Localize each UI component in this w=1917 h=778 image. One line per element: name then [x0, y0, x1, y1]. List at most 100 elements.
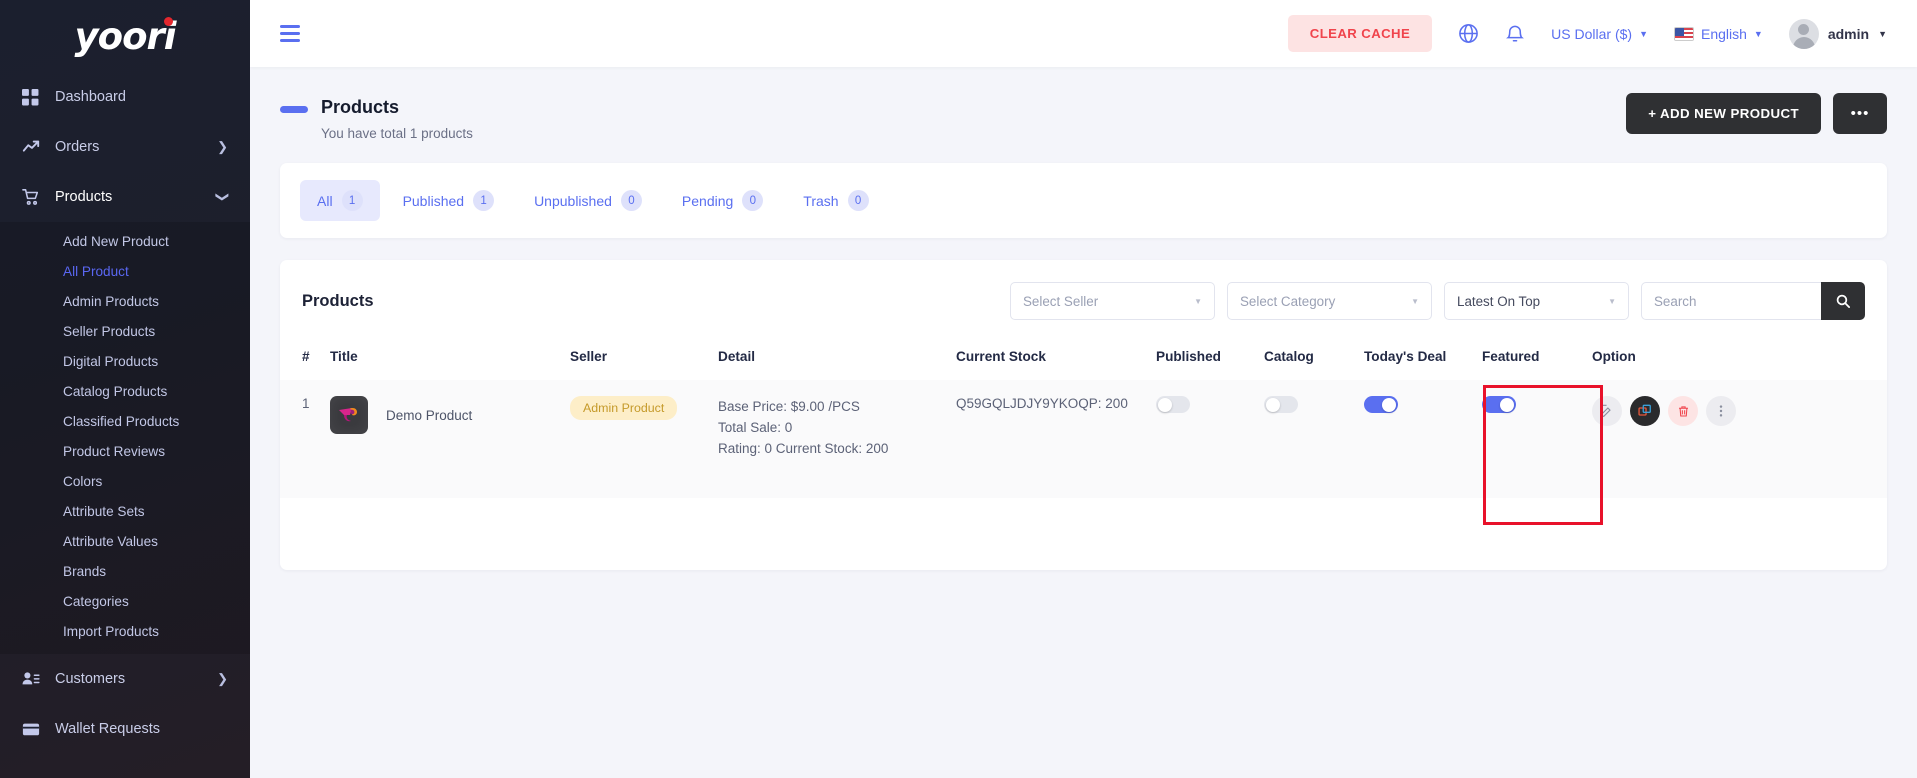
more-actions-button[interactable]	[1706, 396, 1736, 426]
tab-all[interactable]: All 1	[300, 180, 380, 221]
cell-featured	[1474, 380, 1584, 498]
submenu-item-digital-products[interactable]: Digital Products	[0, 346, 250, 376]
grid-icon	[22, 88, 48, 106]
notification-bell-icon[interactable]	[1505, 23, 1525, 44]
tab-label: Pending	[681, 192, 734, 209]
tab-label: Published	[402, 192, 465, 209]
catalog-toggle[interactable]	[1264, 396, 1298, 413]
category-select-value: Select Category	[1240, 293, 1336, 309]
sidebar-item-orders[interactable]: Orders ❯	[0, 122, 250, 172]
tab-unpublished[interactable]: Unpublished 0	[517, 180, 659, 221]
th-title: Title	[330, 349, 358, 364]
chevron-right-icon: ❯	[217, 671, 228, 686]
brand-name: yoori	[74, 14, 177, 58]
chevron-down-icon: ▼	[1194, 296, 1202, 306]
submenu-item-colors[interactable]: Colors	[0, 466, 250, 496]
seller-select-value: Select Seller	[1023, 293, 1099, 309]
detail-rating-stock: Rating: 0 Current Stock: 200	[718, 441, 889, 456]
language-selector[interactable]: English ▼	[1674, 26, 1763, 42]
us-flag-icon	[1674, 26, 1694, 41]
account-menu[interactable]: admin ▼	[1788, 18, 1887, 49]
tab-label: Trash	[803, 192, 839, 209]
trending-up-icon	[22, 138, 48, 156]
chevron-down-icon: ▼	[1753, 28, 1763, 39]
delete-button[interactable]	[1668, 396, 1698, 426]
submenu-item-attribute-values[interactable]: Attribute Values	[0, 526, 250, 556]
cell-option	[1584, 380, 1887, 498]
category-select[interactable]: Select Category ▼	[1227, 282, 1432, 320]
brand-logo[interactable]: yoori	[0, 0, 250, 72]
published-toggle[interactable]	[1156, 396, 1190, 413]
sort-select[interactable]: Latest On Top ▼	[1444, 282, 1629, 320]
submenu-item-categories[interactable]: Categories	[0, 586, 250, 616]
search-button[interactable]	[1821, 282, 1865, 320]
sidebar-item-customers[interactable]: Customers ❯	[0, 654, 250, 704]
seller-select[interactable]: Select Seller ▼	[1010, 282, 1215, 320]
globe-icon[interactable]	[1458, 23, 1479, 44]
users-icon	[22, 670, 48, 688]
more-options-button[interactable]: •••	[1833, 93, 1887, 134]
currency-selector[interactable]: US Dollar ($) ▼	[1551, 26, 1648, 42]
product-title[interactable]: Demo Product	[386, 408, 472, 423]
th-todays-deal: Today's Deal	[1364, 349, 1447, 364]
th-option: Option	[1592, 349, 1636, 364]
tab-count-badge: 0	[742, 190, 764, 211]
submenu-item-admin-products[interactable]: Admin Products	[0, 286, 250, 316]
submenu-item-seller-products[interactable]: Seller Products	[0, 316, 250, 346]
duplicate-button[interactable]	[1630, 396, 1660, 426]
products-table: # Title Seller Detail Current Stock Publ…	[280, 340, 1887, 498]
avatar	[1788, 18, 1819, 49]
tab-count-badge: 0	[847, 190, 869, 211]
search-group	[1641, 282, 1865, 320]
tab-trash[interactable]: Trash 0	[786, 180, 885, 221]
sidebar-item-label: Orders	[55, 139, 100, 155]
sidebar-item-label: Wallet Requests	[55, 721, 161, 737]
submenu-item-add-new-product[interactable]: Add New Product	[0, 226, 250, 256]
page-subtitle: You have total 1 products	[321, 126, 473, 141]
tab-count-badge: 1	[473, 190, 495, 211]
toggle-knob	[1266, 397, 1280, 412]
clear-cache-button[interactable]: CLEAR CACHE	[1287, 15, 1433, 52]
submenu-item-brands[interactable]: Brands	[0, 556, 250, 586]
edit-button[interactable]	[1592, 396, 1622, 426]
detail-base-price: Base Price: $9.00 /PCS	[718, 399, 860, 414]
tab-pending[interactable]: Pending 0	[665, 180, 780, 221]
sidebar-item-label: Customers	[55, 671, 126, 687]
submenu-item-product-reviews[interactable]: Product Reviews	[0, 436, 250, 466]
cell-seller: Admin Product	[562, 380, 710, 498]
submenu-item-catalog-products[interactable]: Catalog Products	[0, 376, 250, 406]
sidebar-item-dashboard[interactable]: Dashboard	[0, 72, 250, 122]
table-head: # Title Seller Detail Current Stock Publ…	[280, 340, 1887, 380]
seller-badge: Admin Product	[570, 396, 678, 420]
main-area: CLEAR CACHE US Dollar ($) ▼ English ▼ ad…	[250, 0, 1917, 778]
search-input[interactable]	[1641, 282, 1821, 320]
tab-count-badge: 0	[620, 190, 642, 211]
sidebar-item-label: Products	[55, 189, 113, 205]
product-thumbnail	[330, 396, 368, 434]
submenu-item-all-product[interactable]: All Product	[0, 256, 250, 286]
sidebar-item-products[interactable]: Products ❯	[0, 172, 250, 222]
todays-deal-toggle[interactable]	[1364, 396, 1398, 413]
cell-detail: Base Price: $9.00 /PCS Total Sale: 0 Rat…	[710, 380, 948, 498]
submenu-item-import-products[interactable]: Import Products	[0, 616, 250, 646]
submenu-item-attribute-sets[interactable]: Attribute Sets	[0, 496, 250, 526]
tab-published[interactable]: Published 1	[386, 180, 512, 221]
products-card-header: Products Select Seller ▼ Select Category…	[280, 260, 1887, 340]
detail-total-sale: Total Sale: 0	[718, 420, 793, 435]
filter-controls: Select Seller ▼ Select Category ▼ Latest…	[1010, 282, 1865, 320]
featured-toggle[interactable]	[1482, 396, 1516, 413]
status-filter-card: All 1 Published 1 Unpublished 0 Pending …	[280, 163, 1887, 238]
tab-label: Unpublished	[534, 192, 612, 209]
th-current-stock: Current Stock	[956, 349, 1046, 364]
submenu-item-classified-products[interactable]: Classified Products	[0, 406, 250, 436]
products-card-title: Products	[302, 291, 374, 310]
cell-published	[1148, 380, 1256, 498]
wallet-icon	[22, 720, 48, 738]
menu-toggle-icon[interactable]	[280, 25, 300, 42]
sidebar-item-wallet-requests[interactable]: Wallet Requests	[0, 704, 250, 754]
tab-count-badge: 1	[341, 190, 363, 211]
add-new-product-button[interactable]: + ADD NEW PRODUCT	[1626, 93, 1821, 134]
table-row: 1 Demo Product Admin Product Base Price:…	[280, 380, 1887, 498]
content-area: Products You have total 1 products + ADD…	[250, 67, 1917, 778]
th-index: #	[302, 349, 310, 364]
